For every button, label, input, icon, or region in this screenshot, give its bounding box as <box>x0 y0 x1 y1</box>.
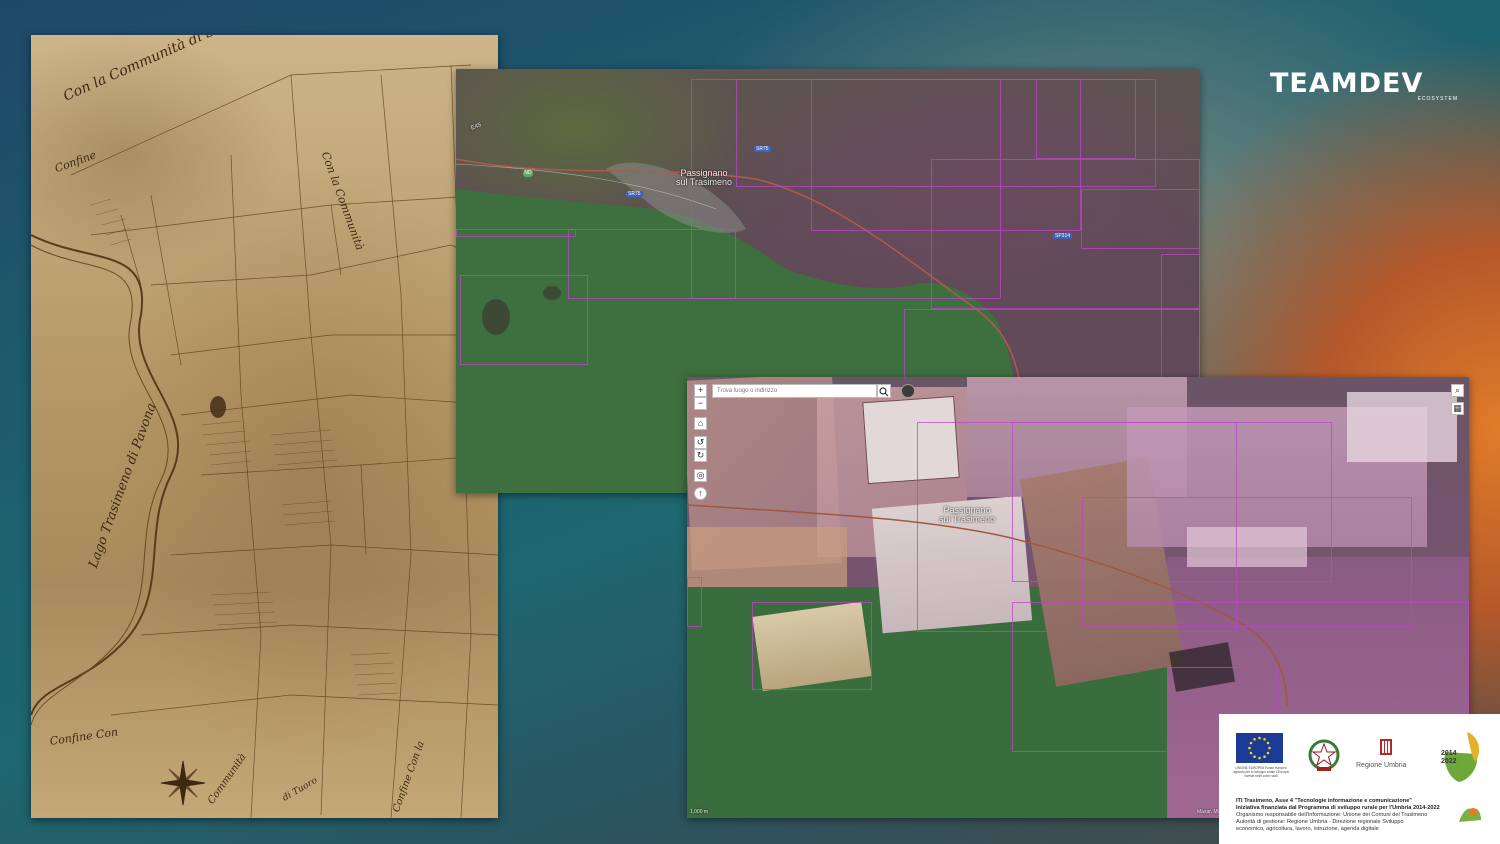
zoom-in-button[interactable]: + <box>694 384 707 397</box>
map-attribution: Maxar, Mi <box>1197 809 1219 815</box>
regione-umbria-label: Regione Umbria <box>1356 762 1407 769</box>
historical-cadastral-map: Con la Communità di S. Feliciano Confine… <box>31 35 498 818</box>
map-linework <box>31 64 498 818</box>
eu-flag-icon <box>1236 733 1283 763</box>
funding-line-4: Autorità di gestione: Regione Umbria - D… <box>1236 819 1404 825</box>
psr-year-start: 2014 <box>1441 750 1457 757</box>
funding-line-1: ITI Trasimeno, Asse 4 "Tecnologie inform… <box>1236 798 1412 804</box>
unione-comuni-trasimeno-logo-icon <box>1457 802 1483 826</box>
grid-tile <box>1161 254 1200 384</box>
search-input[interactable]: Trova luogo o indirizzo <box>712 384 877 398</box>
teamdev-logo: TEAMDEV ECOSYSTEM <box>1270 68 1460 108</box>
grid-tile <box>687 577 702 627</box>
funding-logos-card: UNIONE EUROPEA Fondo europeo agricolo pe… <box>1219 714 1500 844</box>
grid-tile <box>1036 79 1136 159</box>
funding-line-2: Iniziativa finanziata dal Programma di s… <box>1236 805 1440 811</box>
home-icon[interactable]: ⌂ <box>694 417 707 430</box>
search-icon[interactable] <box>877 384 891 398</box>
grid-tile <box>904 309 1200 379</box>
grid-tile <box>1081 189 1200 249</box>
compass-rose-icon <box>160 760 206 806</box>
search-icon[interactable]: ⌕ <box>1451 384 1464 397</box>
layers-icon[interactable] <box>901 384 915 398</box>
scale-bar: 1,000 m <box>690 809 709 815</box>
zoom-out-button[interactable]: − <box>694 397 707 410</box>
road-sign: SR75 <box>626 191 643 197</box>
funding-line-5: economico, agricoltura, lavoro, istruzio… <box>1236 826 1379 832</box>
psr-umbria-logo-icon: 2014 2022 <box>1439 728 1485 784</box>
qr-code-icon[interactable]: ▦ <box>1451 402 1464 415</box>
eu-caption: UNIONE EUROPEA Fondo europeo agricolo pe… <box>1233 766 1289 778</box>
italian-republic-emblem-icon <box>1307 736 1341 774</box>
funding-line-3: Organismo responsabile dell'informazione… <box>1236 812 1428 818</box>
highway-badge: ND <box>523 170 533 177</box>
rotate-right-icon[interactable]: ↻ <box>694 449 707 462</box>
regione-umbria-logo-icon <box>1377 738 1395 756</box>
rotate-left-icon[interactable]: ↺ <box>694 436 707 449</box>
compass-icon[interactable]: ↑ <box>694 487 707 500</box>
road-sign: SP314 <box>1053 233 1073 239</box>
road-sign: SR75 <box>754 146 771 152</box>
locate-icon[interactable]: ◎ <box>694 469 707 482</box>
psr-year-end: 2022 <box>1441 758 1457 765</box>
town-label: Passignano sul Trasimeno <box>675 168 733 187</box>
grid-tile <box>456 229 576 237</box>
logo-wordmark: TEAMDEV <box>1270 68 1424 99</box>
town-label: Passignano sul Trasimeno <box>938 505 996 524</box>
logo-tagline: ECOSYSTEM <box>1417 96 1458 102</box>
grid-tile <box>752 602 872 690</box>
